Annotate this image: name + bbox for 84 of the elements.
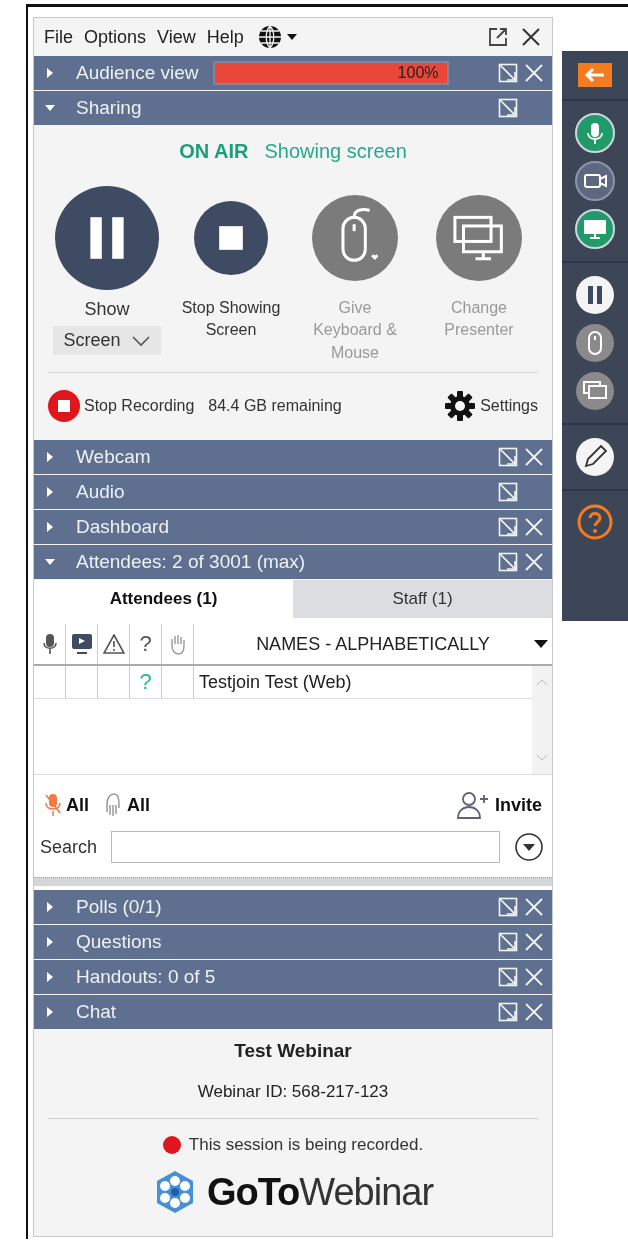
undock-icon[interactable] <box>498 63 518 83</box>
tab[interactable]: Staff (1) <box>293 580 552 619</box>
menu-item[interactable]: View <box>157 26 196 48</box>
recording-notice: This session is being recorded. <box>188 1135 424 1156</box>
panel-title: Attendees: 2 of 3001 (max) <box>76 551 306 574</box>
on-air-status: ON AIR <box>179 140 249 163</box>
panel-header[interactable]: Questions <box>34 925 552 960</box>
panel-title: Polls (0/1) <box>76 896 162 919</box>
panel-header[interactable]: Dashboard <box>34 510 552 545</box>
panel-header[interactable]: Polls (0/1) <box>34 890 552 925</box>
action-label: Stop Showing Screen <box>181 298 281 341</box>
attendee-name: Testjoin Test (Web) <box>198 671 352 693</box>
pop-out-icon[interactable] <box>487 26 509 48</box>
panel-title: Sharing <box>76 97 142 119</box>
stop-record-icon <box>48 390 80 423</box>
action-label: Show <box>84 298 130 321</box>
close-icon[interactable] <box>520 26 542 48</box>
undock-icon[interactable] <box>498 98 518 118</box>
recording-dot-icon <box>162 1136 181 1155</box>
menu-item[interactable]: Options <box>84 26 147 48</box>
search-label: Search <box>40 836 98 858</box>
panel-header[interactable]: Chat <box>34 995 552 1030</box>
back-arrow-button[interactable] <box>578 63 612 87</box>
screen-share-button[interactable] <box>575 209 615 249</box>
undock-icon[interactable] <box>498 552 518 573</box>
panel-title: Handouts: 0 of 5 <box>76 966 216 989</box>
pause-button[interactable] <box>575 275 615 315</box>
sharing-status: Showing screen <box>264 140 407 163</box>
warning-icon <box>102 634 125 655</box>
caret-icon <box>534 640 548 649</box>
pause-button[interactable] <box>55 186 159 290</box>
menu-item[interactable]: File <box>44 26 73 48</box>
action-label: Give Keyboard & Mouse <box>312 298 398 363</box>
panel-header[interactable]: Webcam <box>34 440 552 475</box>
lowered-hand-icon <box>103 792 123 819</box>
panel-header[interactable]: Handouts: 0 of 5 <box>34 960 552 995</box>
menu-item[interactable]: Help <box>206 26 244 48</box>
panel-title: Audio <box>76 481 125 504</box>
pen-button[interactable] <box>575 437 615 477</box>
question-status: ? <box>139 669 152 696</box>
action-label: Change Presenter <box>443 298 515 341</box>
undock-icon[interactable] <box>498 932 518 953</box>
undock-icon[interactable] <box>498 897 518 918</box>
panel-title: Audience view <box>76 62 199 84</box>
stop-recording-button[interactable]: Stop Recording <box>48 390 195 423</box>
add-person-icon <box>457 791 491 820</box>
panel-title: Questions <box>76 931 162 954</box>
search-field[interactable] <box>111 831 500 864</box>
mouse-button[interactable] <box>575 323 615 363</box>
undock-icon[interactable] <box>498 967 518 988</box>
stop-button[interactable] <box>194 201 268 275</box>
sort-dropdown[interactable]: NAMES - ALPHABETICALLY <box>194 624 552 665</box>
mute-all-button[interactable]: All <box>44 792 89 819</box>
muted-microphone-icon <box>44 792 62 819</box>
panel-title: Webcam <box>76 446 151 469</box>
undock-icon[interactable] <box>498 447 518 468</box>
undock-icon[interactable] <box>498 482 518 503</box>
dropdown-circle-icon[interactable] <box>514 832 544 863</box>
storage-remaining: 84.4 GB remaining <box>208 397 342 416</box>
panel-header[interactable]: Audience view 100% <box>34 56 552 90</box>
question-column-header: ? <box>139 631 152 658</box>
panel-title: Dashboard <box>76 516 169 539</box>
screens-button[interactable] <box>575 371 615 411</box>
microphone-icon <box>42 633 57 656</box>
panel-title: Chat <box>76 1001 117 1024</box>
settings-button[interactable]: Settings <box>444 390 538 423</box>
panel-header[interactable]: Audio <box>34 475 552 510</box>
invite-button[interactable]: Invite <box>457 791 542 820</box>
meter-reading: 100% <box>397 64 439 82</box>
source-dropdown[interactable]: Screen <box>53 326 161 356</box>
panel-header[interactable]: Attendees: 2 of 3001 (max) <box>34 545 552 580</box>
settings-icon <box>444 390 477 423</box>
lower-hands-button[interactable]: All <box>103 792 151 819</box>
chevron-icon <box>130 334 151 347</box>
webcam-button[interactable] <box>575 161 615 201</box>
undock-icon[interactable] <box>498 517 518 538</box>
attendee-row[interactable]: ? Testjoin Test (Web) <box>34 666 532 700</box>
webinar-id: Webinar ID: 568-217-123 <box>197 1082 389 1103</box>
panel-header[interactable]: Sharing <box>34 91 552 125</box>
product-logo: GoToWebinar <box>206 1170 434 1214</box>
microphone-button[interactable] <box>575 113 615 153</box>
webinar-title: Test Webinar <box>234 1040 352 1063</box>
undock-icon[interactable] <box>498 1002 518 1023</box>
screen-icon <box>70 633 93 656</box>
